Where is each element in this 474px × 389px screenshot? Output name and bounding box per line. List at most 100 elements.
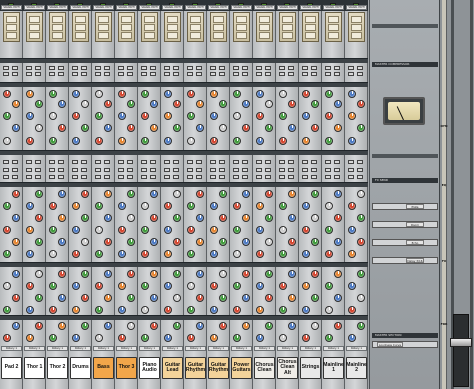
toggle-button[interactable] (26, 168, 32, 172)
insert-slot[interactable] (121, 16, 132, 23)
toggle-button[interactable] (196, 175, 202, 179)
knob[interactable] (3, 202, 11, 210)
knob[interactable] (311, 322, 319, 330)
toggle-button[interactable] (265, 168, 271, 172)
insert-panel[interactable] (325, 12, 342, 42)
toggle-button[interactable] (348, 168, 354, 172)
insert-slot[interactable] (52, 16, 63, 23)
knob[interactable] (81, 238, 89, 246)
toggle-button[interactable] (311, 160, 317, 164)
knob[interactable] (279, 282, 287, 290)
knob[interactable] (127, 322, 135, 330)
knob[interactable] (288, 214, 296, 222)
knob[interactable] (104, 100, 112, 108)
toggle-button[interactable] (334, 160, 340, 164)
insert-panel[interactable] (3, 12, 20, 42)
knob[interactable] (233, 202, 241, 210)
knob[interactable] (325, 90, 333, 98)
insert-slot[interactable] (236, 24, 247, 31)
toggle-button[interactable] (173, 160, 179, 164)
toggle-button[interactable] (173, 168, 179, 172)
toggle-button[interactable] (334, 175, 340, 179)
toggle-button[interactable] (127, 66, 133, 70)
toggle-button[interactable] (210, 72, 216, 76)
toggle-button[interactable] (233, 66, 239, 70)
knob[interactable] (104, 270, 112, 278)
toggle-button[interactable] (348, 72, 354, 76)
knob[interactable] (72, 306, 80, 314)
insert-slot[interactable] (282, 24, 293, 31)
toggle-button[interactable] (311, 168, 317, 172)
knob[interactable] (164, 112, 172, 120)
insert-panel[interactable] (233, 12, 250, 42)
knob[interactable] (196, 322, 204, 330)
knob[interactable] (334, 322, 342, 330)
toggle-button[interactable] (141, 175, 147, 179)
knob[interactable] (311, 214, 319, 222)
toggle-button[interactable] (210, 160, 216, 164)
knob[interactable] (288, 238, 296, 246)
knob[interactable] (72, 112, 80, 120)
knob[interactable] (348, 202, 356, 210)
toggle-button[interactable] (104, 168, 110, 172)
knob[interactable] (325, 226, 333, 234)
knob[interactable] (219, 124, 227, 132)
toggle-button[interactable] (26, 175, 32, 179)
toggle-button[interactable] (35, 175, 41, 179)
toggle-button[interactable] (288, 66, 294, 70)
knob[interactable] (302, 334, 310, 342)
toggle-button[interactable] (348, 66, 354, 70)
knob[interactable] (49, 282, 57, 290)
knob[interactable] (210, 306, 218, 314)
loudness-curve[interactable]: Loudness Curve (372, 341, 438, 348)
knob[interactable] (334, 238, 342, 246)
insert-panel[interactable] (348, 12, 365, 42)
insert-slot[interactable] (6, 16, 17, 23)
knob[interactable] (256, 226, 264, 234)
knob[interactable] (72, 137, 80, 145)
knob[interactable] (187, 226, 195, 234)
toggle-button[interactable] (256, 72, 262, 76)
knob[interactable] (357, 190, 365, 198)
insert-panel[interactable] (118, 12, 135, 42)
knob[interactable] (334, 270, 342, 278)
knob[interactable] (302, 282, 310, 290)
toggle-button[interactable] (325, 175, 331, 179)
knob[interactable] (187, 334, 195, 342)
toggle-button[interactable] (81, 168, 87, 172)
knob[interactable] (72, 282, 80, 290)
toggle-button[interactable] (49, 72, 55, 76)
toggle-button[interactable] (279, 66, 285, 70)
channel-name-plate[interactable]: Drums (70, 357, 91, 379)
toggle-button[interactable] (95, 160, 101, 164)
toggle-button[interactable] (334, 72, 340, 76)
toggle-button[interactable] (150, 160, 156, 164)
insert-slot[interactable] (213, 16, 224, 23)
master-fader-handle[interactable] (450, 338, 472, 347)
insert-slot[interactable] (144, 16, 155, 23)
knob[interactable] (325, 112, 333, 120)
knob[interactable] (210, 334, 218, 342)
knob[interactable] (187, 202, 195, 210)
knob[interactable] (12, 190, 20, 198)
knob[interactable] (49, 112, 57, 120)
knob[interactable] (219, 322, 227, 330)
toggle-button[interactable] (256, 168, 262, 172)
knob[interactable] (233, 137, 241, 145)
knob[interactable] (95, 90, 103, 98)
toggle-button[interactable] (233, 160, 239, 164)
toggle-button[interactable] (104, 66, 110, 70)
knob[interactable] (173, 100, 181, 108)
knob[interactable] (72, 226, 80, 234)
knob[interactable] (265, 294, 273, 302)
knob[interactable] (127, 100, 135, 108)
knob[interactable] (256, 250, 264, 258)
toggle-button[interactable] (265, 66, 271, 70)
knob[interactable] (302, 250, 310, 258)
knob[interactable] (196, 270, 204, 278)
insert-slot[interactable] (236, 32, 247, 39)
toggle-button[interactable] (81, 72, 87, 76)
knob[interactable] (311, 294, 319, 302)
toggle-button[interactable] (265, 175, 271, 179)
toggle-button[interactable] (357, 66, 363, 70)
